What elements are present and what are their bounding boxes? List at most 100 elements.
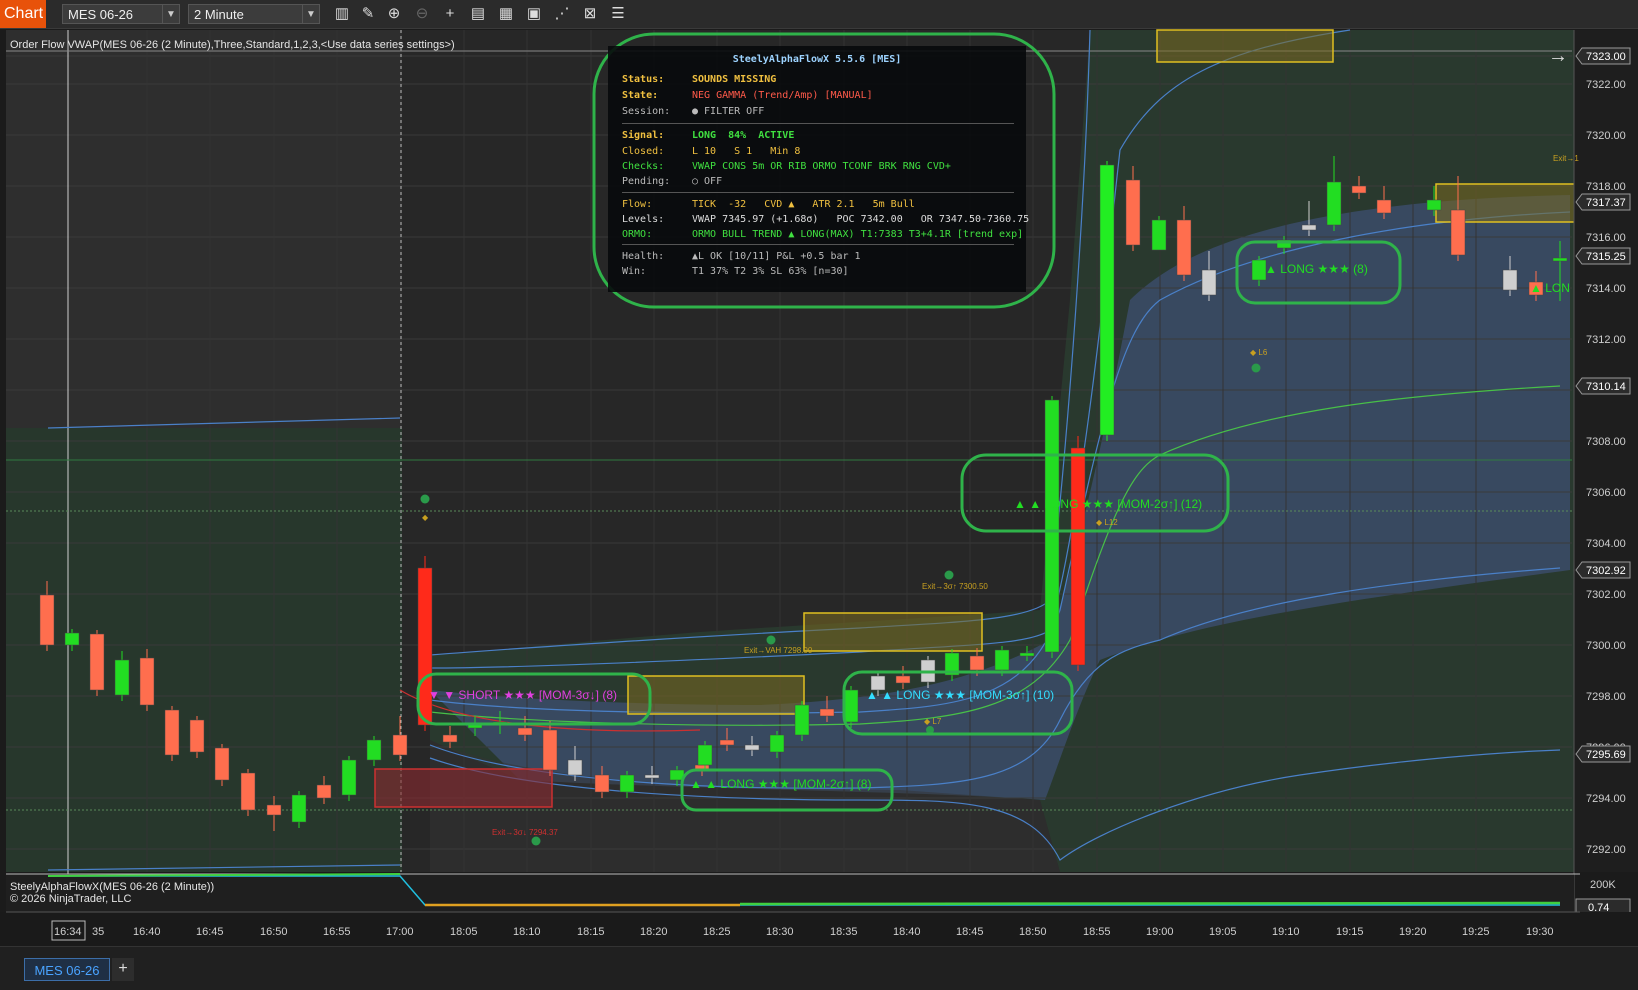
candle-body	[1326, 181, 1342, 226]
candle-body	[1070, 447, 1086, 666]
pane2-indicator-name: SteelyAlphaFlowX(MES 06-26 (2 Minute))	[10, 881, 215, 893]
time-axis-tick: 16:34	[54, 926, 82, 938]
pivot-dot	[944, 570, 954, 580]
indicator-label: Order Flow VWAP(MES 06-26 (2 Minute),Thr…	[10, 39, 455, 51]
candle-body	[341, 759, 357, 796]
info-divider	[622, 192, 1014, 193]
candle-body	[89, 633, 105, 691]
price-axis-tick: 7312.00	[1586, 334, 1626, 346]
indicator-pane	[6, 874, 1574, 914]
bottom-tab-bar	[0, 946, 1638, 990]
price-axis-tick: 7294.00	[1586, 793, 1626, 805]
price-axis-tick: 7292.00	[1586, 844, 1626, 856]
signal-label-long: ▲ LON	[1530, 281, 1570, 295]
candle-body	[164, 709, 180, 756]
pivot-dot	[531, 836, 541, 846]
value-area-box	[1156, 29, 1334, 63]
price-axis-tick: 7300.00	[1586, 640, 1626, 652]
candle-body	[1125, 179, 1141, 246]
time-axis-tick: 19:00	[1146, 926, 1174, 938]
level-label: ◆	[422, 513, 429, 522]
pivot-dot	[766, 635, 776, 645]
info-state-row: State: NEG GAMMA (Trend/Amp) [MANUAL]	[622, 90, 873, 101]
pane2-axis-tick: 200K	[1590, 879, 1616, 891]
candle-body	[819, 708, 835, 717]
info-pending-row: Pending: ○ OFF	[622, 176, 723, 187]
price-axis-tick: 7316.00	[1586, 232, 1626, 244]
copyright-text: © 2026 NinjaTrader, LLC	[10, 893, 132, 905]
time-axis-tick: 19:15	[1336, 926, 1364, 938]
stop-zone-box	[374, 768, 553, 808]
time-axis-tick: 16:50	[260, 926, 288, 938]
pane2-line-green	[739, 901, 1561, 906]
candle-body	[697, 744, 713, 766]
candle-body	[1251, 259, 1267, 281]
signal-label-long: ▲ ▲ LONG ★★★ [MOM-3σ↑] (10)	[866, 688, 1055, 702]
candle-body	[392, 734, 408, 756]
level-label: ◆ L12	[1096, 518, 1118, 527]
price-axis-tick: 7314.00	[1586, 283, 1626, 295]
time-axis-tick: 19:20	[1399, 926, 1427, 938]
time-axis-tick: 16:45	[196, 926, 224, 938]
time-axis-tick: 19:05	[1209, 926, 1237, 938]
candle-body	[843, 689, 859, 723]
strategy-info-panel: SteelyAlphaFlowX 5.5.6 [MES] Status: SOUN…	[608, 46, 1030, 292]
candle-body	[214, 747, 230, 781]
time-axis-tick: 18:35	[830, 926, 858, 938]
candle-body	[895, 675, 911, 684]
candle-body	[744, 744, 760, 751]
level-label: ◆ L7	[924, 717, 942, 726]
signal-label-long: ▲ ▲ LONG ★★★ [MOM-2σ↑] (8)	[690, 777, 872, 791]
tab-instrument[interactable]: MES 06-26	[24, 958, 110, 981]
candle-body	[994, 649, 1010, 671]
price-axis-tick: 7322.00	[1586, 79, 1626, 91]
candle-body	[1552, 257, 1568, 262]
price-axis-tick: 7304.00	[1586, 538, 1626, 550]
time-axis-tick: 19:25	[1462, 926, 1490, 938]
info-session-row: Session: ● FILTER OFF	[622, 106, 765, 117]
candle-body	[644, 774, 660, 779]
candle-body	[64, 632, 80, 646]
candle-body	[619, 774, 635, 793]
time-axis-tick: 18:10	[513, 926, 541, 938]
time-axis-tick: 18:45	[956, 926, 984, 938]
candle-body	[794, 704, 810, 736]
candle-body	[189, 719, 205, 753]
candle-body	[316, 784, 332, 799]
info-checks-row: Checks: VWAP CONS 5m OR RIB ORMO TCONF BR…	[622, 161, 951, 172]
price-marker-label: 7302.92	[1586, 565, 1626, 577]
pane2-label: SteelyAlphaFlowX(MES 06-26 (2 Minute)) ©…	[10, 881, 214, 905]
value-area-box	[803, 612, 983, 652]
price-marker-label: 7295.69	[1586, 749, 1626, 761]
level-label: ◆ L6	[1250, 348, 1268, 357]
info-levels-row: Levels: VWAP 7345.97 (+1.68σ) POC 7342.00…	[622, 214, 1030, 225]
price-axis-tick: 7306.00	[1586, 487, 1626, 499]
candle-body	[1502, 269, 1518, 291]
price-axis-tick: 7302.00	[1586, 589, 1626, 601]
candle-body	[1176, 219, 1192, 276]
signal-label-long: ▲ LONG ★★★ (8)	[1265, 262, 1368, 276]
candle-body	[442, 734, 458, 743]
signal-label-short: ▼ ▼ SHORT ★★★ [MOM-3σ↓] (8)	[428, 688, 617, 702]
info-win-row: Win: T1 37% T2 3% SL 63% [n=30]	[622, 266, 849, 277]
time-axis-background	[0, 912, 1638, 946]
candle-body	[1044, 399, 1060, 653]
price-marker-label: 7323.00	[1586, 51, 1626, 63]
time-axis-tick: 18:15	[577, 926, 605, 938]
candle-body	[567, 759, 583, 776]
add-tab-button[interactable]: +	[112, 958, 134, 981]
time-axis-tick: 18:55	[1083, 926, 1111, 938]
info-health-row: Health: ▲L OK [10/11] P&L +0.5 bar 1	[622, 251, 861, 262]
pivot-dot	[1251, 363, 1261, 373]
candle-body	[1450, 209, 1466, 256]
time-axis-tick: 18:05	[450, 926, 478, 938]
info-signal-row: Signal: LONG 84% ACTIVE	[622, 130, 795, 141]
price-marker-label: 7315.25	[1586, 251, 1626, 263]
candle-body	[139, 657, 155, 706]
time-axis-tick: 18:20	[640, 926, 668, 938]
candle-body	[240, 772, 256, 811]
signal-label-long: ▲ ▲ LONG ★★★ [MOM-2σ↑] (12)	[1014, 497, 1203, 511]
info-divider	[622, 123, 1014, 124]
time-axis-tick: 16:55	[323, 926, 351, 938]
candle-body	[1301, 224, 1317, 231]
